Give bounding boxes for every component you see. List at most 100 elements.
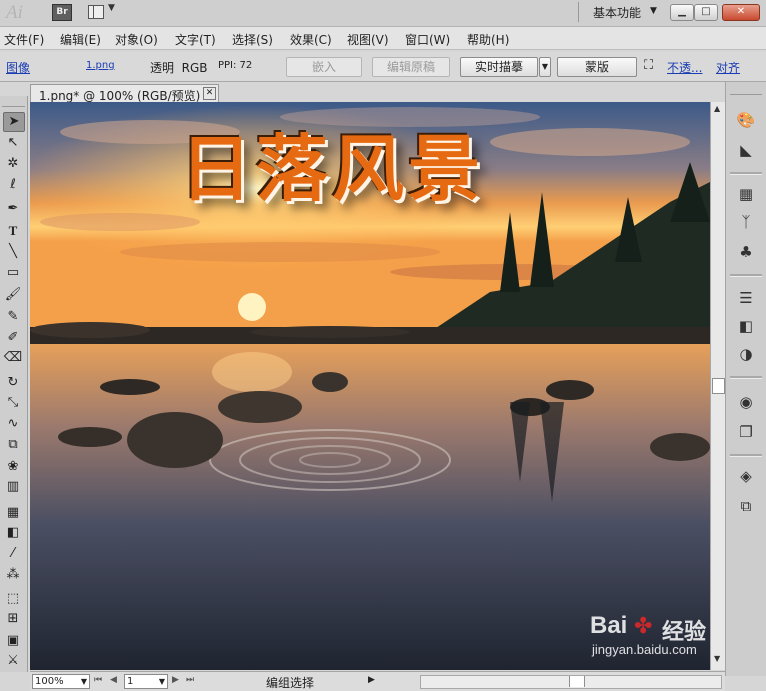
watermark-url: jingyan.baidu.com: [592, 642, 697, 657]
eyedropper-tool-icon[interactable]: ⁄: [3, 545, 23, 563]
document-tab[interactable]: 1.png* @ 100% (RGB/预览) ✕: [30, 84, 219, 103]
menu-edit[interactable]: 编辑(E): [60, 31, 101, 48]
artboard-select[interactable]: 1 ▼: [124, 674, 168, 689]
status-bar: 100% ▼ ⏮ ◀ 1 ▼ ▶ ⏭ 编组选择 ▶: [30, 671, 725, 691]
gradient-tool-icon[interactable]: ◧: [3, 524, 23, 542]
brushes-icon[interactable]: ᛉ: [736, 212, 756, 232]
swatches-icon[interactable]: ▦: [736, 184, 756, 204]
warp-tool-icon[interactable]: ∿: [3, 415, 23, 433]
bridge-button[interactable]: Br: [52, 4, 72, 21]
status-menu-icon[interactable]: ▶: [368, 675, 375, 685]
appearance-icon[interactable]: ◉: [736, 392, 756, 412]
arrange-documents-icon[interactable]: [88, 5, 104, 19]
lasso-tool-icon[interactable]: ℓ: [3, 176, 23, 194]
first-artboard-icon[interactable]: ⏮: [94, 675, 102, 685]
baidu-watermark: Bai ✤ du 经验 jingyan.baidu.com: [590, 612, 710, 664]
scale-tool-icon[interactable]: ⤡: [3, 394, 23, 412]
panel-dock: 🎨 ◣ ▦ ᛉ ♣ ☰ ◧ ◑ ◉ ❐ ◈ ⧉: [725, 82, 766, 676]
zoom-value: 100%: [35, 676, 64, 687]
color-panel-icon[interactable]: 🎨: [736, 110, 756, 130]
artboard-number: 1: [127, 676, 134, 687]
close-button[interactable]: ✕: [722, 4, 760, 21]
scroll-down-icon[interactable]: ▼: [714, 654, 720, 663]
paintbrush-tool-icon[interactable]: 🖌: [3, 286, 23, 304]
panel-grip[interactable]: [730, 86, 762, 95]
color-mode-info: 透明 RGB: [150, 61, 208, 75]
edit-original-button[interactable]: 编辑原稿: [372, 57, 450, 77]
live-paint-tool-icon[interactable]: ⬚: [3, 590, 23, 608]
transparency-icon[interactable]: ◑: [736, 344, 756, 364]
image-link[interactable]: 图像: [6, 59, 30, 76]
workspace-switcher[interactable]: 基本功能: [593, 4, 641, 21]
menu-help[interactable]: 帮助(H): [467, 31, 509, 48]
eraser-tool-icon[interactable]: ⌫: [3, 349, 23, 367]
vertical-scroll-thumb[interactable]: [712, 378, 725, 394]
blend-tool-icon[interactable]: ⁂: [3, 566, 23, 584]
scroll-up-icon[interactable]: ▲: [714, 104, 720, 113]
align-link[interactable]: 对齐: [716, 59, 740, 76]
artboards-icon[interactable]: ⧉: [736, 496, 756, 516]
zoom-select[interactable]: 100% ▼: [32, 674, 90, 689]
direct-selection-tool-icon[interactable]: ↖: [3, 134, 23, 152]
rotate-tool-icon[interactable]: ↻: [3, 374, 23, 392]
panel-grip[interactable]: [2, 98, 25, 107]
embed-button[interactable]: 嵌入: [286, 57, 362, 77]
menu-select[interactable]: 选择(S): [232, 31, 273, 48]
menu-file[interactable]: 文件(F): [4, 31, 44, 48]
graph-tool-icon[interactable]: ▥: [3, 478, 23, 496]
divider: [730, 454, 762, 457]
document-canvas[interactable]: 日落风景 Bai ✤ du 经验 jingyan.baidu.com: [30, 102, 710, 670]
vertical-scrollbar[interactable]: ▲ ▼: [710, 102, 725, 670]
ppi-info: PPI: 72: [218, 60, 253, 71]
tools-panel: ➤ ↖ ✲ ℓ ✒ T ╲ ▭ 🖌 ✎ ✐ ⌫ ↻ ⤡ ∿ ⧉ ❀ ▥ ▦ ◧ …: [0, 96, 28, 672]
artboard-tool-icon[interactable]: ▣: [3, 632, 23, 650]
color-guide-icon[interactable]: ◣: [736, 140, 756, 160]
close-icon[interactable]: ✕: [203, 87, 216, 100]
minimize-button[interactable]: ▁: [670, 4, 694, 21]
rectangle-tool-icon[interactable]: ▭: [3, 264, 23, 282]
line-tool-icon[interactable]: ╲: [3, 243, 23, 261]
previous-artboard-icon[interactable]: ◀: [110, 675, 117, 685]
gradient-icon[interactable]: ◧: [736, 316, 756, 336]
artwork-title-text[interactable]: 日落风景: [180, 124, 484, 214]
free-transform-tool-icon[interactable]: ⧉: [3, 436, 23, 454]
blob-brush-tool-icon[interactable]: ✐: [3, 329, 23, 347]
slice-tool-icon[interactable]: ⚔: [3, 652, 23, 670]
live-trace-button[interactable]: 实时描摹: [460, 57, 538, 77]
chevron-down-icon[interactable]: ▼: [539, 57, 551, 77]
live-paint-selection-tool-icon[interactable]: ⊞: [3, 610, 23, 628]
menu-view[interactable]: 视图(V): [347, 31, 389, 48]
type-tool-icon[interactable]: T: [3, 222, 23, 240]
magic-wand-tool-icon[interactable]: ✲: [3, 155, 23, 173]
status-tool-text[interactable]: 编组选择: [266, 674, 314, 691]
menu-type[interactable]: 文字(T): [175, 31, 216, 48]
symbols-icon[interactable]: ♣: [736, 242, 756, 262]
layers-icon[interactable]: ◈: [736, 466, 756, 486]
next-artboard-icon[interactable]: ▶: [172, 675, 179, 685]
maximize-button[interactable]: □: [694, 4, 718, 21]
mesh-tool-icon[interactable]: ▦: [3, 504, 23, 522]
horizontal-scrollbar[interactable]: [420, 675, 722, 689]
menu-window[interactable]: 窗口(W): [405, 31, 450, 48]
mask-button[interactable]: 蒙版: [557, 57, 637, 77]
chevron-down-icon[interactable]: ▼: [159, 675, 165, 688]
symbol-sprayer-tool-icon[interactable]: ❀: [3, 458, 23, 476]
file-name-link[interactable]: 1.png: [86, 60, 115, 71]
divider: [578, 2, 579, 22]
menu-object[interactable]: 对象(O): [115, 31, 158, 48]
horizontal-scroll-thumb[interactable]: [569, 676, 585, 687]
chevron-down-icon[interactable]: ▼: [650, 6, 657, 16]
last-artboard-icon[interactable]: ⏭: [186, 675, 194, 685]
selection-tool-icon[interactable]: ➤: [3, 112, 25, 132]
chevron-down-icon[interactable]: ▼: [108, 3, 115, 13]
pencil-tool-icon[interactable]: ✎: [3, 308, 23, 326]
graphic-styles-icon[interactable]: ❐: [736, 422, 756, 442]
menu-effect[interactable]: 效果(C): [290, 31, 332, 48]
control-bar: 图像 1.png 透明 RGB PPI: 72 嵌入 编辑原稿 实时描摹 ▼ 蒙…: [0, 52, 766, 82]
divider: [730, 376, 762, 379]
pen-tool-icon[interactable]: ✒: [3, 200, 23, 218]
stroke-icon[interactable]: ☰: [736, 288, 756, 308]
chevron-down-icon[interactable]: ▼: [81, 675, 87, 688]
opacity-link[interactable]: 不透...: [667, 59, 702, 76]
fit-frame-icon[interactable]: ⛶: [644, 58, 653, 73]
